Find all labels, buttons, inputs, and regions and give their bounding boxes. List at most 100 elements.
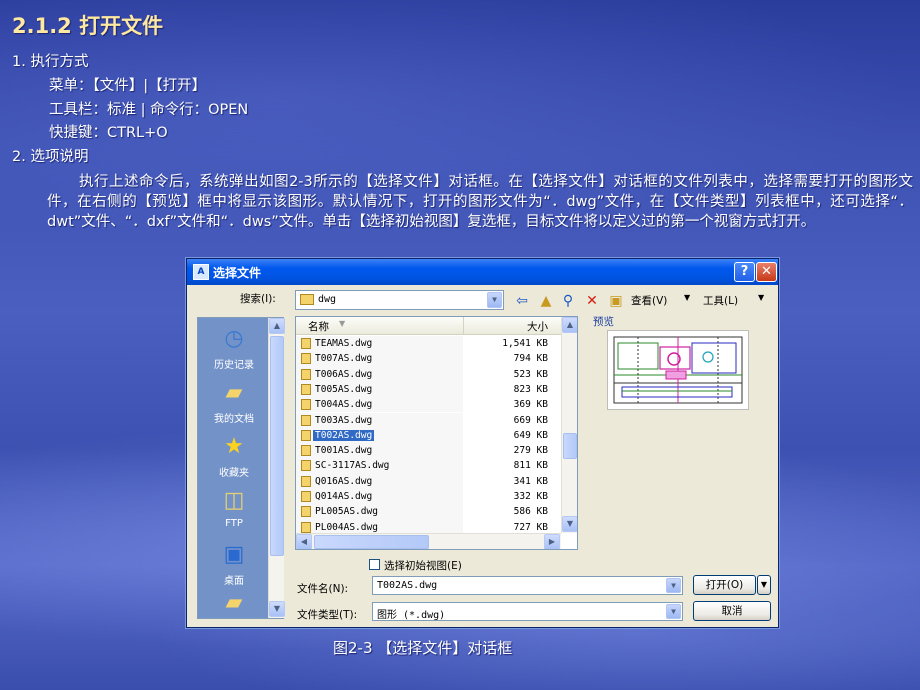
dialog-titlebar[interactable]: A 选择文件 ? ✕ (187, 259, 778, 285)
file-row-selected[interactable]: T002AS.dwg 649 KB (296, 427, 564, 444)
file-row[interactable]: T005AS.dwg 823 KB (296, 381, 564, 398)
close-button[interactable]: ✕ (756, 262, 777, 282)
autocad-app-icon: A (193, 264, 209, 280)
folder-icon: ▰ (225, 590, 243, 615)
filetype-label: 文件类型(T): (297, 609, 358, 621)
file-row[interactable]: T003AS.dwg 669 KB (296, 412, 564, 428)
view-dropdown-icon[interactable]: ▼ (684, 293, 690, 302)
ftp-icon: ◫ (223, 488, 245, 513)
file-size: 369 KB (513, 399, 548, 411)
file-row[interactable]: T004AS.dwg 369 KB (296, 397, 564, 413)
file-name: PL005AS.dwg (315, 506, 378, 518)
scroll-left-icon[interactable]: ◀ (296, 534, 312, 549)
filename-value: T002AS.dwg (377, 580, 438, 591)
dwg-file-icon (301, 353, 311, 365)
dwg-file-icon (301, 414, 311, 426)
chevron-down-icon[interactable]: ▼ (666, 604, 681, 619)
file-size: 523 KB (513, 368, 548, 380)
tools-menu[interactable]: 工具(L) (703, 293, 738, 308)
scroll-thumb[interactable] (314, 535, 429, 549)
initial-view-label[interactable]: 选择初始视图(E) (384, 558, 462, 573)
file-name: T002AS.dwg (313, 429, 375, 441)
column-name-header[interactable]: 名称 (308, 319, 329, 334)
chevron-down-icon[interactable]: ▼ (666, 578, 681, 593)
tools-dropdown-icon[interactable]: ▼ (758, 293, 764, 302)
place-more[interactable]: ▰ (198, 590, 270, 618)
file-name: Q016AS.dwg (315, 475, 373, 487)
chevron-down-icon[interactable]: ▼ (487, 292, 502, 308)
place-my-documents[interactable]: ▰ 我的文档 (198, 380, 270, 425)
file-name: T005AS.dwg (315, 383, 373, 395)
file-name: TEAMAS.dwg (315, 338, 373, 349)
column-divider (463, 317, 464, 335)
file-name: T006AS.dwg (315, 368, 373, 380)
file-row[interactable]: TEAMAS.dwg 1,541 KB (296, 336, 564, 352)
file-name: Q014AS.dwg (315, 491, 373, 502)
dwg-file-icon (301, 399, 311, 411)
scroll-thumb[interactable] (270, 336, 284, 556)
filetype-combo[interactable]: 图形 (*.dwg) ▼ (372, 602, 683, 621)
scroll-up-icon[interactable]: ▲ (269, 318, 285, 334)
view-menu[interactable]: 查看(V) (631, 293, 667, 308)
file-size: 669 KB (513, 414, 548, 426)
description-paragraph: 执行上述命令后，系统弹出如图2-3所示的【选择文件】对话框。在【选择文件】对话框… (47, 174, 913, 230)
dwg-file-icon (301, 460, 311, 472)
place-label: 历史记录 (214, 360, 254, 371)
file-list[interactable]: 名称 ▼ 大小 TEAMAS.dwg 1,541 KB T007AS.dwg 794… (295, 316, 578, 550)
open-options-dropdown-icon[interactable]: ▼ (757, 575, 771, 595)
file-size: 586 KB (513, 506, 548, 518)
up-folder-icon[interactable]: ▲ (537, 292, 555, 310)
file-row[interactable]: Q016AS.dwg 341 KB (296, 473, 564, 489)
file-name: SC-3117AS.dwg (315, 460, 390, 472)
file-list-vscrollbar[interactable]: ▲ ▼ (561, 317, 577, 533)
file-size: 823 KB (513, 383, 548, 395)
scroll-right-icon[interactable]: ▶ (544, 534, 560, 549)
initial-view-checkbox[interactable] (369, 559, 380, 570)
place-favorites[interactable]: ★ 收藏夹 (198, 434, 270, 479)
file-row[interactable]: T007AS.dwg 794 KB (296, 351, 564, 367)
places-scrollbar[interactable]: ▲ ▼ (268, 318, 285, 618)
back-arrow-icon[interactable]: ⇦ (513, 292, 531, 310)
new-folder-icon[interactable]: ▣ (607, 292, 625, 310)
column-size-header[interactable]: 大小 (527, 319, 548, 334)
file-size: 649 KB (513, 429, 548, 441)
file-row[interactable]: T001AS.dwg 279 KB (296, 443, 564, 459)
cancel-button[interactable]: 取消 (693, 601, 771, 621)
shortcut-line: 快捷键：CTRL+O (49, 125, 168, 141)
file-name: PL004AS.dwg (315, 521, 378, 533)
dwg-file-icon (301, 368, 311, 380)
sort-arrow-icon: ▼ (339, 319, 346, 328)
file-row[interactable]: Q014AS.dwg 332 KB (296, 489, 564, 505)
open-button[interactable]: 打开(O) (693, 575, 756, 595)
file-list-hscrollbar[interactable]: ◀ ▶ (296, 533, 561, 549)
file-row[interactable]: SC-3117AS.dwg 811 KB (296, 458, 564, 474)
place-label: FTP (225, 518, 243, 529)
delete-icon[interactable]: ✕ (583, 292, 601, 310)
scroll-thumb[interactable] (563, 433, 577, 459)
help-button[interactable]: ? (734, 262, 755, 282)
select-file-dialog: A 选择文件 ? ✕ 搜索(I): dwg ▼ ⇦ ▲ ⚲ ✕ ▣ 查看(V) … (186, 258, 779, 628)
place-ftp[interactable]: ◫ FTP (198, 488, 270, 529)
filename-combo[interactable]: T002AS.dwg ▼ (372, 576, 683, 595)
file-size: 727 KB (513, 521, 548, 533)
search-location-value: dwg (318, 294, 337, 305)
search-web-icon[interactable]: ⚲ (559, 292, 577, 310)
scroll-down-icon[interactable]: ▼ (562, 516, 577, 532)
filename-label: 文件名(N): (297, 583, 349, 595)
scroll-down-icon[interactable]: ▼ (269, 601, 285, 617)
dialog-title: 选择文件 (213, 266, 262, 280)
desktop-icon: ▣ (223, 542, 245, 567)
places-bar: ◷ 历史记录 ▰ 我的文档 ★ 收藏夹 ◫ FTP ▣ 桌面 ▰ ▲ ▼ (197, 317, 285, 619)
file-row[interactable]: PL005AS.dwg 586 KB (296, 504, 564, 520)
scroll-up-icon[interactable]: ▲ (562, 317, 577, 333)
place-label: 收藏夹 (219, 468, 249, 479)
slide-title: 2.1.2 打开文件 (12, 14, 164, 38)
folder-icon (300, 294, 314, 305)
file-row[interactable]: T006AS.dwg 523 KB (296, 366, 564, 382)
place-history[interactable]: ◷ 历史记录 (198, 326, 270, 371)
file-size: 341 KB (513, 475, 548, 487)
file-list-header: 名称 ▼ 大小 (296, 317, 564, 335)
place-desktop[interactable]: ▣ 桌面 (198, 542, 270, 587)
toolbar-line: 工具栏：标准 | 命令行：OPEN (49, 102, 249, 118)
search-location-combo[interactable]: dwg ▼ (295, 290, 504, 310)
